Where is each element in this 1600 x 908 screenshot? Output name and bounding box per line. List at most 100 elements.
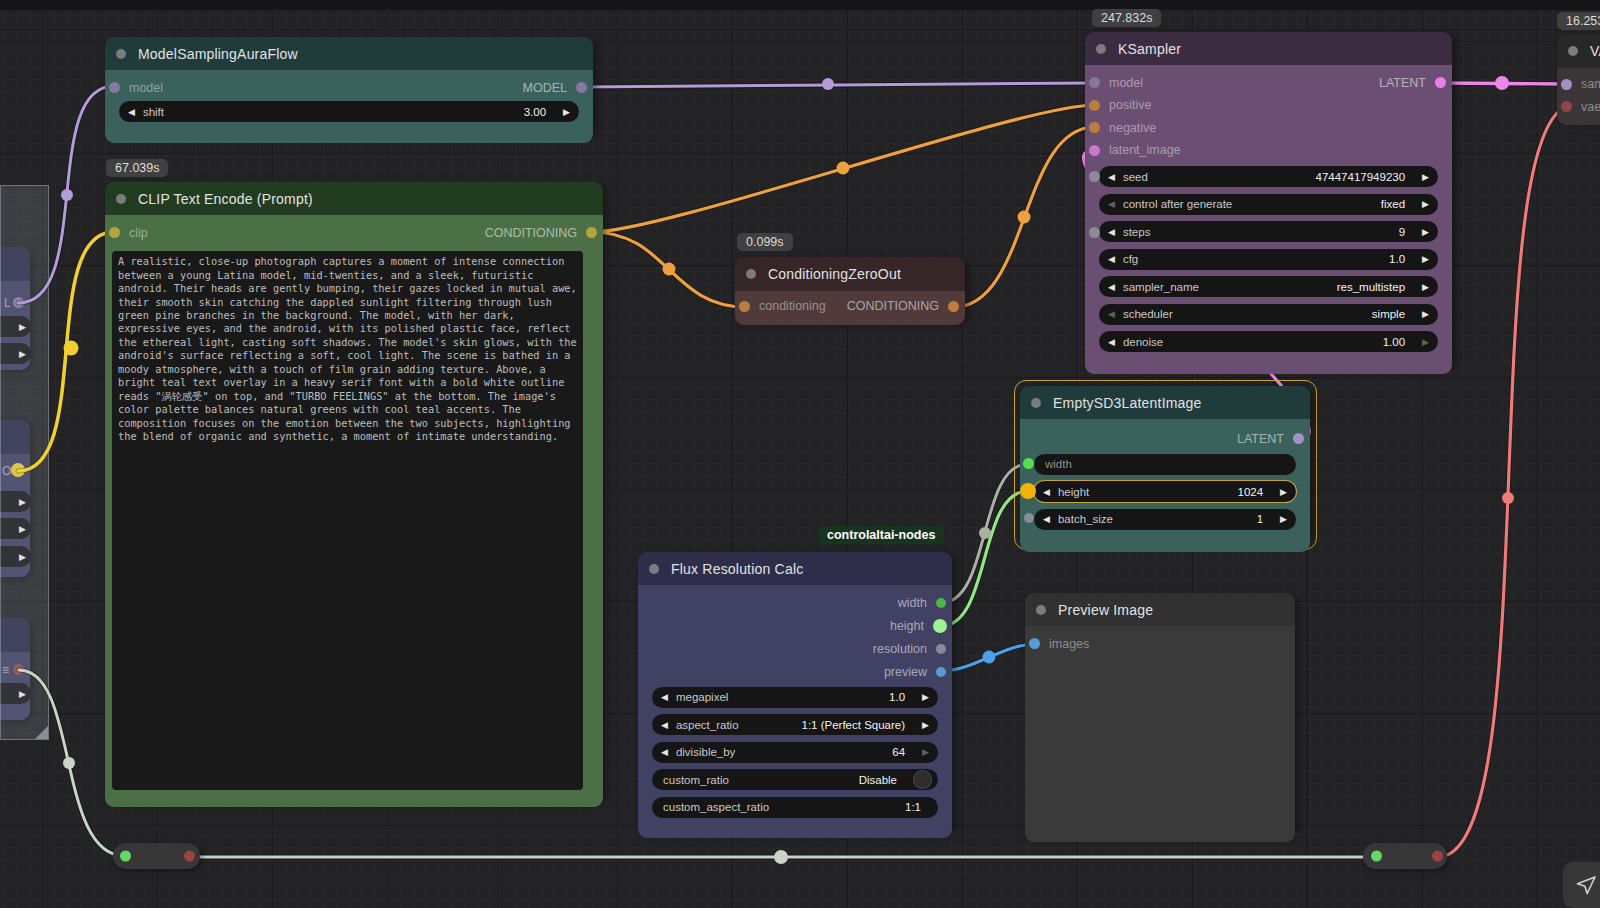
increment-arrow-icon[interactable]: ▶ <box>1422 199 1429 209</box>
increment-arrow-icon[interactable]: ▶ <box>1422 254 1429 264</box>
output-port-model[interactable] <box>576 82 587 93</box>
increment-arrow-icon[interactable]: ▶ <box>563 107 570 117</box>
input-port-latent-image[interactable] <box>1089 145 1100 156</box>
reroute-input-port[interactable] <box>1371 851 1382 862</box>
collapse-dot[interactable] <box>116 194 126 204</box>
node-empty-sd3-latent[interactable]: EmptySD3LatentImage LATENT width ◀ heigh… <box>1020 386 1310 543</box>
node-header[interactable]: VAE Decode <box>1557 34 1600 68</box>
collapse-dot[interactable] <box>1096 44 1106 54</box>
decrement-arrow-icon[interactable]: ◀ <box>661 720 668 730</box>
decrement-arrow-icon[interactable]: ◀ <box>1108 282 1115 292</box>
input-port-conditioning[interactable] <box>739 301 750 312</box>
decrement-arrow-icon[interactable]: ◀ <box>1108 199 1115 209</box>
collapse-dot[interactable] <box>1568 46 1578 56</box>
decrement-arrow-icon[interactable]: ◀ <box>1108 172 1115 182</box>
widget-width[interactable]: width <box>1034 454 1296 475</box>
decrement-arrow-icon[interactable]: ◀ <box>661 747 668 757</box>
widget-divisible-by[interactable]: ◀ divisible_by 64 ▶ <box>652 742 938 763</box>
increment-arrow-icon[interactable]: ▶ <box>1280 487 1287 497</box>
widget-input-height[interactable] <box>1020 483 1036 499</box>
widget-custom-aspect-ratio[interactable]: custom_aspect_ratio 1:1 <box>652 797 938 818</box>
input-port-negative[interactable] <box>1089 122 1100 133</box>
node-header[interactable]: ModelSamplingAuraFlow <box>105 37 593 70</box>
node-flux-resolution-calc[interactable]: Flux Resolution Calc width height resolu… <box>638 552 952 831</box>
decrement-arrow-icon[interactable]: ◀ <box>1043 487 1050 497</box>
increment-arrow-icon[interactable]: ▶ <box>1422 337 1429 347</box>
node-clip-text-encode[interactable]: CLIP Text Encode (Prompt) clip CONDITION… <box>105 182 603 800</box>
widget-megapixel[interactable]: ◀ megapixel 1.0 ▶ <box>652 687 938 708</box>
reroute-input-port[interactable] <box>120 851 131 862</box>
increment-arrow-icon[interactable]: ▶ <box>1422 282 1429 292</box>
nodepack-badge: controlaltai-nodes <box>818 526 944 544</box>
reroute-output-port[interactable] <box>1432 851 1443 862</box>
decrement-arrow-icon[interactable]: ◀ <box>1108 227 1115 237</box>
widget-shift[interactable]: ◀ shift 3.00 ▶ <box>119 101 579 122</box>
output-port-latent[interactable] <box>1293 433 1304 444</box>
node-header[interactable]: KSampler <box>1085 32 1452 65</box>
increment-arrow-icon[interactable]: ▶ <box>1422 172 1429 182</box>
widget-sampler-name[interactable]: ◀ sampler_name res_multistep ▶ <box>1099 276 1438 297</box>
widget-control-after-generate[interactable]: ◀ control after generate fixed ▶ <box>1099 194 1438 215</box>
input-port-positive[interactable] <box>1089 100 1100 111</box>
output-port-latent[interactable] <box>1435 77 1446 88</box>
node-header[interactable]: Flux Resolution Calc <box>638 552 952 585</box>
node-conditioning-zero-out[interactable]: ConditioningZeroOut conditioning CONDITI… <box>735 257 965 321</box>
output-port-width[interactable] <box>936 598 946 608</box>
node-ksampler[interactable]: KSampler model LATENT positive negative … <box>1085 32 1452 367</box>
input-port-vae[interactable] <box>1561 101 1572 112</box>
node-header[interactable]: ConditioningZeroOut <box>735 257 965 291</box>
input-port-samples[interactable] <box>1561 79 1572 90</box>
input-port-images[interactable] <box>1029 638 1040 649</box>
widget-custom-ratio[interactable]: custom_ratio Disable <box>652 769 938 790</box>
toggle-off-icon[interactable] <box>913 770 932 789</box>
widget-seed[interactable]: ◀ seed 47447417949230 ▶ <box>1099 166 1438 187</box>
increment-arrow-icon[interactable]: ▶ <box>1422 309 1429 319</box>
widget-denoise[interactable]: ◀ denoise 1.00 ▶ <box>1099 331 1438 352</box>
widget-cfg[interactable]: ◀ cfg 1.0 ▶ <box>1099 249 1438 270</box>
output-port-conditioning[interactable] <box>948 301 959 312</box>
decrement-arrow-icon[interactable]: ◀ <box>1108 254 1115 264</box>
input-port-clip[interactable] <box>109 227 120 238</box>
decrement-arrow-icon[interactable]: ◀ <box>1108 337 1115 347</box>
widget-batch-size[interactable]: ◀ batch_size 1 ▶ <box>1034 509 1296 530</box>
canvas-pointer-tool-button[interactable] <box>1563 862 1600 908</box>
output-port-preview[interactable] <box>936 667 946 677</box>
node-header[interactable]: CLIP Text Encode (Prompt) <box>105 182 603 215</box>
output-port-resolution[interactable] <box>936 644 946 654</box>
increment-arrow-icon[interactable]: ▶ <box>1280 514 1287 524</box>
widget-aspect-ratio[interactable]: ◀ aspect_ratio 1:1 (Perfect Square) ▶ <box>652 714 938 735</box>
increment-arrow-icon[interactable]: ▶ <box>922 747 929 757</box>
reroute-node[interactable] <box>1363 843 1447 869</box>
node-preview-image[interactable]: Preview Image images <box>1025 593 1295 835</box>
decrement-arrow-icon[interactable]: ◀ <box>1043 514 1050 524</box>
widget-input-steps[interactable] <box>1089 227 1100 238</box>
node-header[interactable]: EmptySD3LatentImage <box>1020 386 1310 419</box>
collapse-dot[interactable] <box>116 49 126 59</box>
output-port-height[interactable] <box>933 619 947 633</box>
collapse-dot[interactable] <box>1031 398 1041 408</box>
increment-arrow-icon[interactable]: ▶ <box>1422 227 1429 237</box>
widget-height[interactable]: ◀ height 1024 ▶ <box>1034 481 1296 502</box>
input-port-model[interactable] <box>1089 77 1100 88</box>
reroute-node[interactable] <box>113 843 200 869</box>
output-port-conditioning[interactable] <box>586 227 597 238</box>
prompt-textarea[interactable]: A realistic, close-up photograph capture… <box>112 251 583 790</box>
reroute-output-port[interactable] <box>184 851 195 862</box>
decrement-arrow-icon[interactable]: ◀ <box>128 107 135 117</box>
increment-arrow-icon[interactable]: ▶ <box>922 720 929 730</box>
input-port-model[interactable] <box>109 82 120 93</box>
node-modelsampling-auraflow[interactable]: ModelSamplingAuraFlow model MODEL ◀ shif… <box>105 37 593 136</box>
widget-input-width[interactable] <box>1023 458 1034 469</box>
collapse-dot[interactable] <box>649 564 659 574</box>
decrement-arrow-icon[interactable]: ◀ <box>661 692 668 702</box>
node-header[interactable]: Preview Image <box>1025 593 1295 626</box>
decrement-arrow-icon[interactable]: ◀ <box>1108 309 1115 319</box>
widget-input-batch[interactable] <box>1024 513 1034 523</box>
widget-steps[interactable]: ◀ steps 9 ▶ <box>1099 221 1438 242</box>
collapse-dot[interactable] <box>1036 605 1046 615</box>
increment-arrow-icon[interactable]: ▶ <box>922 692 929 702</box>
widget-input-seed[interactable] <box>1089 171 1100 182</box>
node-vae-decode[interactable]: VAE Decode samples vae <box>1557 34 1600 120</box>
widget-scheduler[interactable]: ◀ scheduler simple ▶ <box>1099 304 1438 325</box>
collapse-dot[interactable] <box>746 269 756 279</box>
